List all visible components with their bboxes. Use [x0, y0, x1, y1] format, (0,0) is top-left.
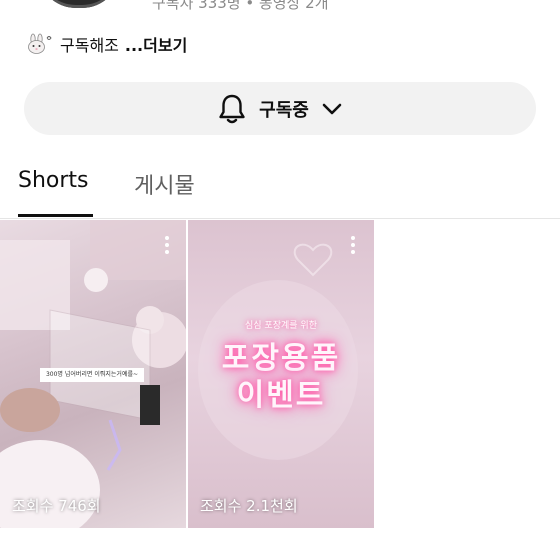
view-count: 조회수 746회 — [12, 497, 101, 515]
short-thumbnail[interactable]: 300명 넘어버리면 이뤄지는거예를~ 조회수 746회 — [0, 220, 186, 528]
view-count: 조회수 2.1천회 — [200, 497, 298, 515]
more-vert-icon[interactable] — [164, 236, 170, 254]
neon-title-line2: 이벤트 — [236, 378, 326, 413]
tab-shorts[interactable]: Shorts — [18, 168, 89, 193]
more-link[interactable]: ...더보기 — [125, 32, 187, 56]
active-tab-indicator — [18, 214, 93, 217]
subscribed-button[interactable]: 구독중 — [24, 82, 536, 135]
tab-posts[interactable]: 게시물 — [134, 168, 195, 200]
channel-meta: 구독자 333명 • 동영상 2개 — [152, 0, 329, 12]
bunny-emoji-icon — [28, 33, 52, 54]
neon-subtitle: 심심 포장계를 위한 — [245, 321, 317, 331]
bell-icon — [219, 94, 245, 123]
description-text: 구독해조 — [60, 36, 119, 55]
channel-description[interactable]: 구독해조 ...더보기 — [26, 32, 187, 56]
chevron-down-icon — [322, 103, 342, 114]
video-caption: 300명 넘어버리면 이뤄지는거예를~ — [40, 368, 144, 382]
short-thumbnail[interactable]: 심심 포장계를 위한 포장용품 이벤트 조회수 2.1천회 — [188, 220, 374, 528]
subscribed-label: 구독중 — [259, 99, 309, 121]
avatar[interactable] — [38, 0, 120, 8]
channel-tabs: Shorts 게시물 — [0, 160, 560, 219]
more-vert-icon[interactable] — [350, 236, 356, 254]
